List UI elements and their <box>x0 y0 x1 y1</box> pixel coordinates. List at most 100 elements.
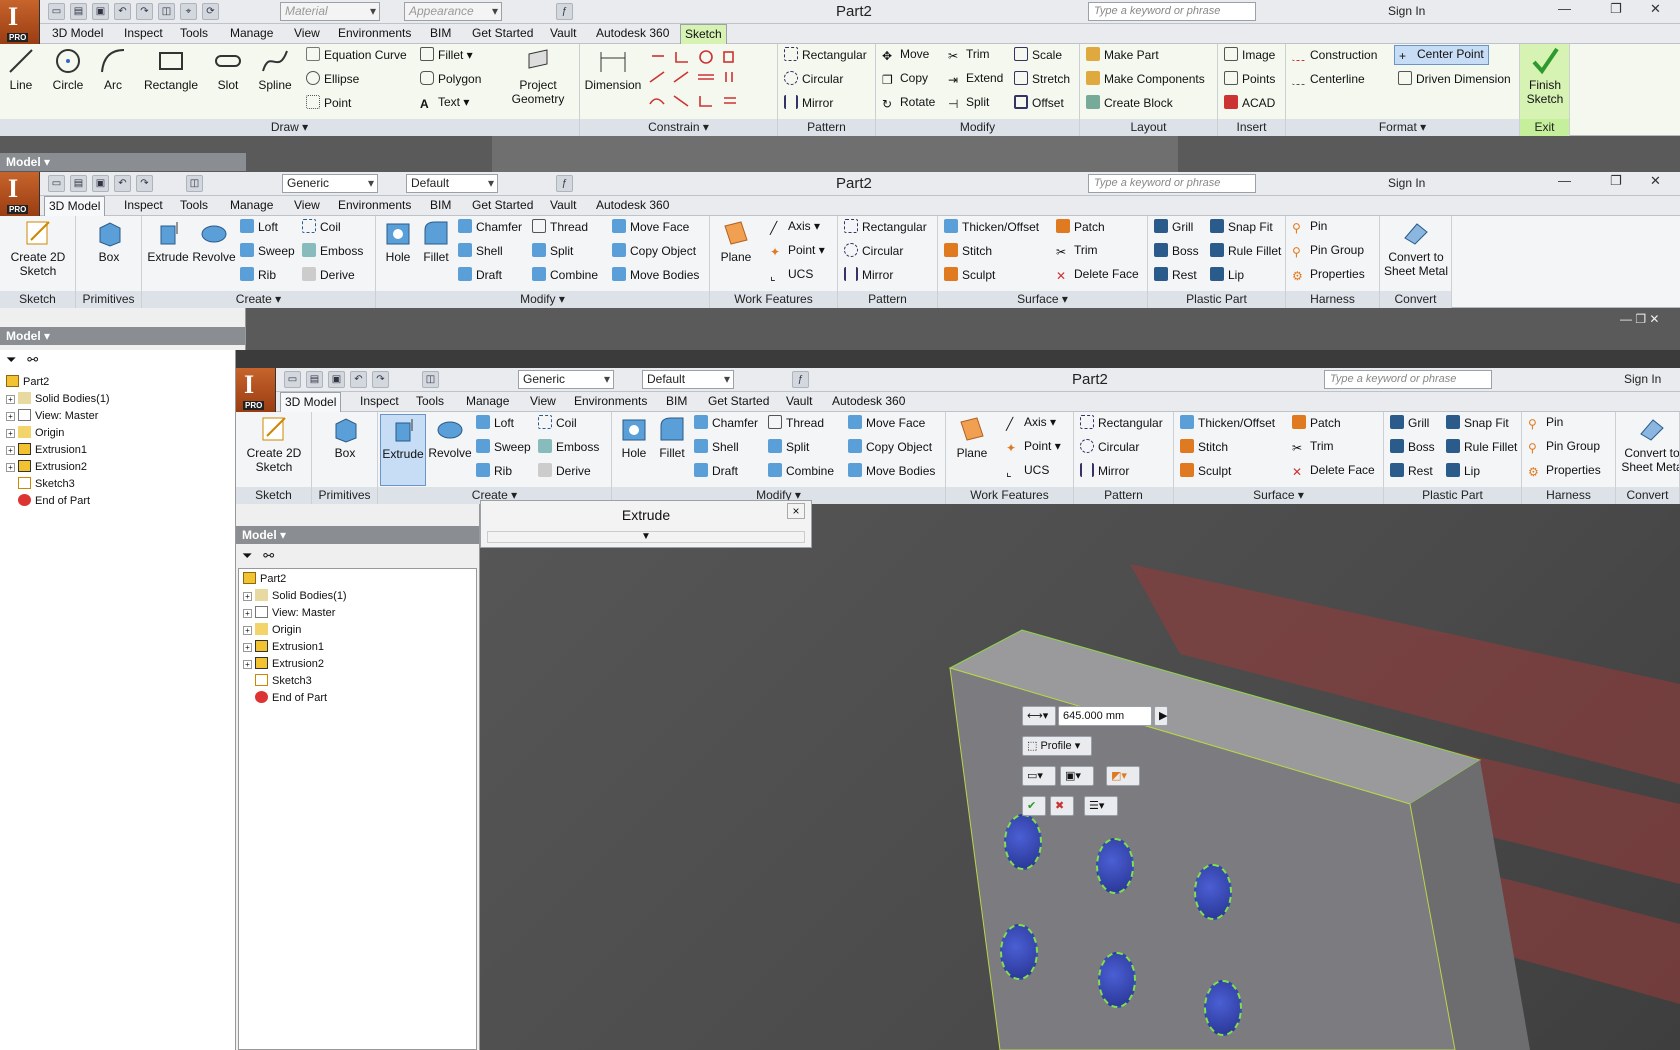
box-button[interactable]: Box <box>320 414 370 460</box>
material-select[interactable]: Material <box>280 2 380 21</box>
move-button[interactable]: ✥ Move <box>882 47 929 63</box>
snap-fit-button[interactable]: Snap Fit <box>1446 415 1509 430</box>
circular-pattern-button[interactable]: Circular <box>844 243 903 258</box>
plane-button[interactable]: Plane <box>950 414 994 460</box>
pin-group-button[interactable]: ⚲ Pin Group <box>1528 439 1600 455</box>
tab-vault[interactable]: Vault <box>546 198 580 212</box>
pin-button[interactable]: ⚲ Pin <box>1292 219 1327 235</box>
tree-item-end-of-part[interactable]: End of Part <box>6 493 110 510</box>
tab-environments[interactable]: Environments <box>334 26 415 40</box>
pin-group-button[interactable]: ⚲ Pin Group <box>1292 243 1364 259</box>
group-label-format[interactable]: Format ▾ <box>1286 119 1519 136</box>
sweep-button[interactable]: Sweep <box>240 243 295 258</box>
patch-button[interactable]: Patch <box>1056 219 1105 234</box>
combine-button[interactable]: Combine <box>768 463 834 478</box>
thicken-offset-button[interactable]: Thicken/Offset <box>944 219 1039 234</box>
operation-button[interactable]: ◩▾ <box>1106 766 1140 786</box>
project-icon[interactable]: ◫ <box>158 3 175 20</box>
search-input[interactable]: Type a keyword or phrase <box>1324 370 1492 389</box>
polygon-button[interactable]: Polygon <box>420 71 481 86</box>
group-label-modify-3d[interactable]: Modify ▾ <box>376 291 709 308</box>
tab-get-started[interactable]: Get Started <box>704 394 773 408</box>
app-logo[interactable]: I PRO <box>236 368 276 412</box>
offset-button[interactable]: Offset <box>1014 95 1064 110</box>
tab-environments[interactable]: Environments <box>570 394 651 408</box>
new-icon[interactable]: ▭ <box>48 3 65 20</box>
project-icon[interactable]: ◫ <box>186 175 203 192</box>
tab-vault[interactable]: Vault <box>782 394 816 408</box>
boss-button[interactable]: Boss <box>1390 439 1435 454</box>
revolve-button[interactable]: Revolve <box>190 218 238 264</box>
tab-autodesk-360[interactable]: Autodesk 360 <box>828 394 909 408</box>
trim-button[interactable]: ✂ Trim <box>1292 439 1334 455</box>
maximize-icon[interactable]: ❐ <box>1610 1 1622 17</box>
line-button[interactable]: Line <box>4 46 38 92</box>
extrude-dialog-expand[interactable]: ▼ <box>487 531 805 543</box>
split-button[interactable]: Split <box>768 439 809 454</box>
save-icon[interactable]: ▣ <box>328 371 345 388</box>
tab-sketch[interactable]: Sketch <box>680 24 727 44</box>
scale-button[interactable]: Scale <box>1014 47 1062 62</box>
rest-button[interactable]: Rest <box>1154 267 1197 282</box>
extrude-button[interactable]: Extrude <box>144 218 192 264</box>
rectangular-pattern-button[interactable]: Rectangular <box>784 47 867 62</box>
copy-object-button[interactable]: Copy Object <box>848 439 932 454</box>
mirror-button[interactable]: Mirror <box>844 267 893 282</box>
open-icon[interactable]: ▤ <box>70 175 87 192</box>
search-input[interactable]: Type a keyword or phrase <box>1088 174 1256 193</box>
tab-tools[interactable]: Tools <box>176 198 212 212</box>
stitch-button[interactable]: Stitch <box>944 243 992 258</box>
sign-in-button[interactable]: Sign In <box>1624 372 1661 386</box>
profile-hole[interactable] <box>1098 952 1136 1008</box>
fx-icon[interactable]: ƒ <box>556 175 573 192</box>
tree-item-part[interactable]: Part2 <box>243 571 347 588</box>
direction-button[interactable]: ⟷▾ <box>1022 706 1056 726</box>
cancel-button[interactable]: ✖ <box>1050 796 1074 816</box>
sign-in-button[interactable]: Sign In <box>1388 4 1425 18</box>
rib-button[interactable]: Rib <box>240 267 276 282</box>
rule-fillet-button[interactable]: Rule Fillet <box>1446 439 1517 454</box>
tree-item-part[interactable]: Part2 <box>6 374 110 391</box>
snap-fit-button[interactable]: Snap Fit <box>1210 219 1273 234</box>
open-icon[interactable]: ▤ <box>306 371 323 388</box>
find-icon[interactable]: ⚯ <box>263 548 274 563</box>
axis-button[interactable]: ╱ Axis ▾ <box>1006 415 1056 431</box>
tree-item-sketch3[interactable]: Sketch3 <box>243 673 347 690</box>
circular-pattern-button[interactable]: Circular <box>1080 439 1139 454</box>
tab-inspect[interactable]: Inspect <box>356 394 403 408</box>
sign-in-button[interactable]: Sign In <box>1388 176 1425 190</box>
trim-button[interactable]: ✂ Trim <box>1056 243 1098 259</box>
mirror-button[interactable]: Mirror <box>784 95 833 110</box>
tree-item-extrusion2[interactable]: + Extrusion2 <box>6 459 110 476</box>
circle-button[interactable]: Circle <box>48 46 88 92</box>
tab-inspect[interactable]: Inspect <box>120 198 167 212</box>
tab-view[interactable]: View <box>290 198 324 212</box>
draft-button[interactable]: Draft <box>694 463 738 478</box>
tree-item-extrusion2[interactable]: + Extrusion2 <box>243 656 347 673</box>
save-icon[interactable]: ▣ <box>92 175 109 192</box>
fx-icon[interactable]: ƒ <box>792 371 809 388</box>
tree-item-origin[interactable]: + Origin <box>243 622 347 639</box>
point-button[interactable]: ✦ Point ▾ <box>1006 439 1061 455</box>
move-face-button[interactable]: Move Face <box>848 415 925 430</box>
tab-environments[interactable]: Environments <box>334 198 415 212</box>
tab-view[interactable]: View <box>526 394 560 408</box>
delete-face-button[interactable]: ✕ Delete Face <box>1056 267 1139 283</box>
minimize-icon[interactable]: — <box>1558 173 1571 188</box>
extrude-button[interactable]: Extrude <box>380 414 426 486</box>
loft-button[interactable]: Loft <box>240 219 278 234</box>
extrude-dialog-close[interactable]: × <box>787 503 805 519</box>
tree-item-solid-bodies[interactable]: + Solid Bodies(1) <box>6 391 110 408</box>
group-label-create[interactable]: Create ▾ <box>142 291 375 308</box>
save-icon[interactable]: ▣ <box>92 3 109 20</box>
stretch-button[interactable]: Stretch <box>1014 71 1070 86</box>
centerline-button[interactable]: Centerline <box>1292 71 1365 86</box>
material-select[interactable]: Generic <box>282 174 378 193</box>
appearance-select[interactable]: Default <box>406 174 498 193</box>
rectangle-button[interactable]: Rectangle <box>140 46 202 92</box>
app-logo[interactable]: I PRO <box>0 172 40 216</box>
construction-button[interactable]: Construction <box>1292 47 1377 62</box>
points-button[interactable]: Points <box>1224 71 1275 86</box>
make-components-button[interactable]: Make Components <box>1086 71 1205 86</box>
chamfer-button[interactable]: Chamfer <box>694 415 758 430</box>
